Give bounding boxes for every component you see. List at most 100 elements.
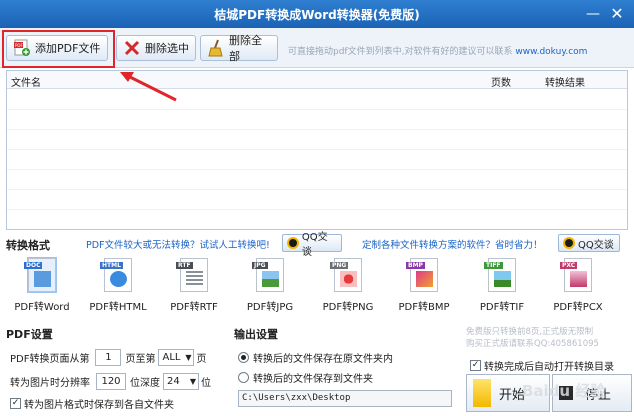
format-tag: PNG (330, 262, 349, 269)
format-label: PDF转JPG (246, 302, 294, 313)
qq-chat-label-1: QQ交谈 (301, 232, 328, 258)
format-tag: HTML (100, 262, 123, 269)
promo-line-2: 购买正式版请联系QQ:405861095 (466, 339, 599, 349)
delete-all-label: 删除全部 (229, 34, 262, 63)
delete-all-button[interactable]: 删除全部 (200, 34, 278, 63)
column-filename[interactable]: 文件名 (11, 74, 41, 89)
open-dir-row[interactable]: ✓ 转换完成后自动打开转换目录 (470, 358, 614, 373)
format-word[interactable]: DOC PDF转Word (4, 256, 80, 318)
page-to-select[interactable]: ALL ▼ (158, 348, 195, 366)
page-from-label: PDF转换页面从第 (10, 353, 90, 365)
depth-value: 24 (167, 375, 180, 387)
start-icon (473, 379, 491, 407)
window-title: 桔城PDF转换成Word转换器(免费版) (214, 8, 420, 22)
chevron-down-icon: ▼ (189, 376, 196, 386)
list-gridline (7, 129, 627, 130)
format-jpg[interactable]: JPG PDF转JPG (232, 256, 308, 318)
delete-selected-button[interactable]: 删除选中 (116, 35, 196, 61)
resolution-row: 转为图片时分辨率 120 位深度 24 ▼ 位 (10, 372, 211, 390)
format-html[interactable]: HTML PDF转HTML (80, 256, 156, 318)
dpi-label: 转为图片时分辨率 (10, 377, 90, 389)
format-label: PDF转PNG (322, 302, 374, 313)
list-gridline (7, 149, 627, 150)
qq-chat-button-2[interactable]: QQ交谈 (558, 234, 620, 252)
depth-select[interactable]: 24 ▼ (163, 372, 199, 390)
qq-penguin-icon (563, 237, 575, 249)
pcx-doc-icon: PXC (560, 258, 592, 292)
format-label: PDF转PCX (553, 302, 603, 313)
option1-label: 转换后的文件保存在原文件夹内 (253, 353, 393, 365)
format-tag: DOC (24, 262, 43, 269)
page-to-value: ALL (162, 351, 181, 363)
format-tag: RTF (176, 262, 193, 269)
qq-chat-label-2: QQ交谈 (578, 239, 614, 251)
output-path-field[interactable]: C:\Users\zxx\Desktop (238, 390, 452, 407)
format-bmp[interactable]: BMP PDF转BMP (386, 256, 462, 318)
html-doc-icon: HTML (100, 258, 132, 292)
format-png[interactable]: PNG PDF转PNG (310, 256, 386, 318)
minimize-button[interactable]: — (582, 4, 604, 24)
format-tag: BMP (406, 262, 425, 269)
format-label: PDF转BMP (398, 302, 450, 313)
radio-custom-folder[interactable] (238, 371, 249, 383)
delete-selected-label: 删除选中 (145, 42, 189, 55)
format-label: PDF转TIF (479, 302, 525, 313)
format-tag: PXC (560, 262, 578, 269)
custom-software-link[interactable]: 定制各种文件转换方案的软件？省时省力！ (362, 237, 543, 251)
depth-unit-label: 位 (201, 377, 211, 389)
format-label: PDF转HTML (89, 302, 147, 313)
pdf-settings-panel: PDF设置 PDF转换页面从第 1 页至第 ALL ▼ 页 转为图片时分辨率 12… (0, 322, 226, 416)
output-settings-panel: 输出设置 转换后的文件保存在原文件夹内 转换后的文件保存到文件夹 C:\User… (228, 322, 460, 416)
save-separate-row[interactable]: ✓ 转为图片格式时保存到各自文件夹 (10, 394, 174, 412)
save-separate-label: 转为图片格式时保存到各自文件夹 (24, 399, 174, 411)
rtf-doc-icon: RTF (176, 258, 208, 292)
column-result[interactable]: 转换结果 (545, 74, 585, 89)
word-doc-icon: DOC (24, 257, 57, 293)
list-gridline (7, 109, 627, 110)
broom-icon (207, 39, 225, 57)
format-tif[interactable]: TIFF PDF转TIF (464, 256, 540, 318)
open-dir-checkbox[interactable]: ✓ (470, 360, 481, 371)
depth-label: 位深度 (130, 377, 160, 389)
dpi-input[interactable]: 120 (96, 372, 126, 390)
action-panel: 免费版只转换前8页,正式版无限制 购买正式版请联系QQ:405861095 ✓ … (462, 322, 634, 416)
format-options: DOC PDF转Word HTML PDF转HTML RTF PDF转RTF J… (0, 256, 634, 322)
page-from-input[interactable]: 1 (95, 348, 122, 366)
format-tag: TIFF (484, 262, 503, 269)
qq-penguin-icon (287, 237, 299, 249)
hint-url-link[interactable]: www.dokuy.com (515, 47, 587, 57)
png-doc-icon: PNG (330, 258, 362, 292)
manual-convert-link[interactable]: PDF文件较大或无法转换？试试人工转换吧! (86, 237, 270, 251)
toolbar-hint: 可直接拖动pdf文件到列表中,对软件有好的建议可以联系 www.dokuy.co… (288, 44, 587, 57)
delete-x-icon (123, 39, 141, 57)
pdf-settings-title: PDF设置 (6, 328, 53, 341)
list-gridline (7, 209, 627, 210)
open-dir-label: 转换完成后自动打开转换目录 (484, 362, 614, 373)
format-pcx[interactable]: PXC PDF转PCX (540, 256, 616, 318)
hint-text: 可直接拖动pdf文件到列表中,对软件有好的建议可以联系 (288, 47, 513, 57)
title-bar: 桔城PDF转换成Word转换器(免费版) — ✕ (0, 0, 634, 28)
page-to-label: 页至第 (125, 353, 156, 365)
format-label: PDF转Word (14, 302, 70, 313)
format-tag: JPG (252, 262, 268, 269)
radio-same-folder[interactable] (238, 351, 249, 363)
jpg-doc-icon: JPG (252, 258, 284, 292)
output-option-1[interactable]: 转换后的文件保存在原文件夹内 (238, 348, 393, 366)
page-unit-label: 页 (196, 353, 207, 365)
save-separate-checkbox[interactable]: ✓ (10, 397, 21, 409)
output-option-2[interactable]: 转换后的文件保存到文件夹 (238, 368, 373, 386)
file-list-header: 文件名 页数 转换结果 (7, 71, 627, 89)
close-button[interactable]: ✕ (606, 4, 628, 24)
baidu-watermark: Baidu 经验 (522, 382, 606, 400)
list-gridline (7, 169, 627, 170)
add-button-highlight-box (2, 30, 115, 68)
bmp-doc-icon: BMP (406, 258, 438, 292)
qq-chat-button-1[interactable]: QQ交谈 (282, 232, 342, 258)
format-section-header: 转换格式 PDF文件较大或无法转换？试试人工转换吧! QQ交谈 定制各种文件转换… (0, 232, 634, 258)
file-list[interactable]: 文件名 页数 转换结果 (6, 70, 628, 230)
format-rtf[interactable]: RTF PDF转RTF (156, 256, 232, 318)
column-pages[interactable]: 页数 (491, 74, 511, 89)
promo-text: 免费版只转换前8页,正式版无限制 购买正式版请联系QQ:405861095 (466, 326, 632, 350)
page-range-row: PDF转换页面从第 1 页至第 ALL ▼ 页 (10, 348, 206, 366)
output-settings-title: 输出设置 (234, 328, 278, 341)
